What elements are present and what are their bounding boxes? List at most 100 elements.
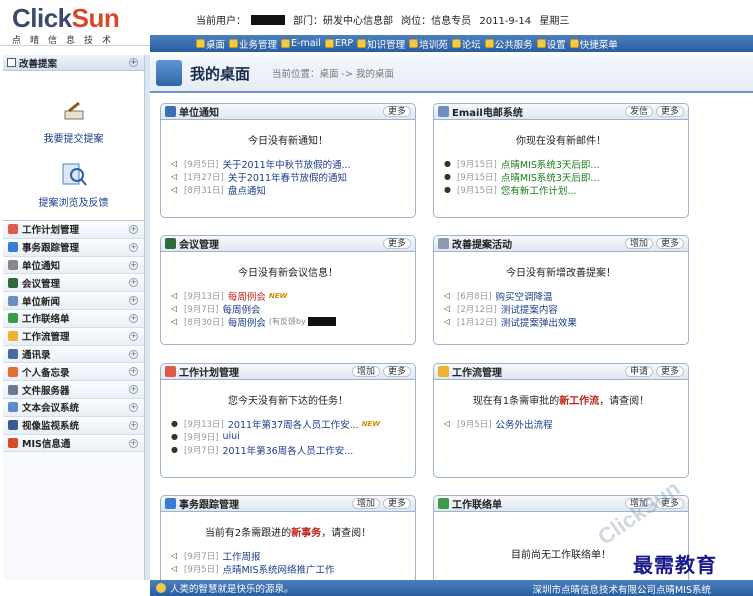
desktop-icon (196, 39, 205, 48)
nav-shortcuts[interactable]: 快捷菜单 (569, 37, 618, 51)
more-button[interactable]: 更多 (382, 106, 411, 117)
page-title: 我的桌面 (190, 64, 251, 83)
panel-workflow: 工作流管理 申请 更多 现在有1条需审批的新工作流，请查阅！ ◁ [9月5日] 公务外… (433, 363, 689, 478)
list-item[interactable]: ◁ [9月13日] 每周例会 NEW (171, 289, 405, 302)
add-button[interactable]: 增加 (624, 238, 653, 249)
more-button[interactable]: 更多 (382, 366, 411, 377)
list-item[interactable]: ● [9月13日] 2011年第37周各人员工作安... NEW (171, 417, 405, 430)
knowledge-icon (357, 39, 367, 48)
proposal-icon (438, 238, 449, 249)
sidebar-item-work-plan[interactable]: 工作计划管理 + (3, 221, 144, 239)
list-item[interactable]: ● [9月15日] 点晴MIS系统3天后即... (444, 157, 678, 170)
speaker-icon: ◁ (171, 171, 178, 181)
sidebar-item-meeting[interactable]: 会议管理 + (3, 274, 144, 293)
sidebar-item-task-tracking[interactable]: 事务跟踪管理 + (3, 238, 144, 257)
breadcrumb: 当前位置：桌面 -> 我的桌面 (272, 69, 394, 80)
nav-desktop[interactable]: 桌面 (196, 37, 225, 51)
panel-header: 改善提案活动 增加 更多 (434, 236, 688, 252)
expand-icon[interactable]: + (129, 402, 138, 412)
top-nav: 桌面 业务管理 E-mail ERP 知识管理 培训苑 论坛 公共服务 设置 快… (150, 35, 753, 52)
expand-icon[interactable]: + (129, 420, 138, 430)
sidebar-item-mis-messenger[interactable]: MIS信息通 + (3, 434, 144, 453)
nav-email[interactable]: E-mail (281, 38, 321, 49)
expand-icon[interactable]: + (129, 242, 138, 252)
current-user-label: 当前用户： (196, 16, 246, 27)
notice-icon (165, 106, 176, 117)
submit-proposal-link[interactable]: 我要提交提案 (3, 130, 144, 145)
list-item[interactable]: ◁ [1月27日] 关于2011年春节放假的通知 (171, 170, 405, 183)
new-task-highlight[interactable]: 新事务 (291, 528, 321, 539)
sidebar-header[interactable]: 改善提案 + (3, 55, 144, 71)
panel-header: 会议管理 更多 (161, 236, 415, 252)
sidebar-item-file-server[interactable]: 文件服务器 + (3, 381, 144, 399)
expand-icon[interactable]: + (129, 349, 138, 359)
list-item[interactable]: ◁ [9月5日] 公务外出流程 (444, 417, 678, 430)
shortcut-icon (569, 39, 579, 48)
settings-icon (536, 39, 546, 48)
list-item[interactable]: ◁ [9月7日] 工作周报 (171, 549, 405, 562)
clicksun-logo[interactable]: ClickSun 点晴信息技术 (12, 4, 120, 46)
list-item[interactable]: ◁ [8月30日] 每周例会 (有反馈by (171, 315, 405, 328)
sidebar-item-address-book[interactable]: 通讯录 + (3, 345, 144, 364)
panel-proposal: 改善提案活动 增加 更多 今日没有新增改善提案！ ◁ [6月8日] 购买空调降温 ◁[… (433, 235, 689, 345)
list-item[interactable]: ◁ [9月7日] 每周例会 (171, 302, 405, 315)
more-button[interactable]: 更多 (655, 106, 684, 117)
company-name: 深圳市点晴信息技术有限公司点晴MIS系统 (532, 585, 711, 596)
list-item[interactable]: ● [9月7日] 2011年第36周各人员工作安... (171, 443, 405, 456)
more-button[interactable]: 更多 (655, 366, 684, 377)
list-item[interactable]: ● [9月15日] 点晴MIS系统3天后即... (444, 170, 678, 183)
sidebar-item-workflow[interactable]: 工作流管理 + (3, 327, 144, 346)
person-icon: ● (171, 431, 178, 441)
expand-icon[interactable]: + (129, 58, 138, 67)
sidebar-item-memo[interactable]: 个人备忘录 + (3, 363, 144, 382)
expand-icon[interactable]: + (129, 438, 138, 448)
sidebar-item-news[interactable]: 单位新闻 + (3, 292, 144, 310)
list-item[interactable]: ◁ [9月5日] 关于2011年中秋节放假的通... (171, 157, 405, 170)
expand-icon[interactable]: + (129, 260, 138, 270)
expand-icon[interactable]: + (129, 278, 138, 288)
nav-settings[interactable]: 设置 (536, 37, 566, 51)
sidebar-item-notice[interactable]: 单位通知 + (3, 256, 144, 275)
browse-proposal-link[interactable]: 提案浏览及反馈 (3, 194, 144, 209)
expand-icon[interactable]: + (129, 385, 138, 395)
erp-icon (324, 39, 334, 48)
expand-icon[interactable]: + (129, 367, 138, 377)
list-item[interactable]: ● [9月9日] uiui (171, 430, 405, 443)
nav-knowledge[interactable]: 知识管理 (357, 37, 405, 51)
speaker-icon: ◁ (171, 563, 178, 573)
list-item[interactable]: ◁ [1月12日] 测试提案弹出效果 (444, 315, 678, 328)
expand-icon[interactable]: + (129, 296, 138, 306)
new-workflow-highlight[interactable]: 新工作流 (559, 396, 599, 407)
add-button[interactable]: 增加 (351, 498, 380, 509)
list-item[interactable]: ◁ [8月31日] 盘点通知 (171, 183, 405, 196)
list-item[interactable]: ◁ [9月5日] 点晴MIS系统网络推广工作 (171, 562, 405, 575)
list-item[interactable]: ◁ [2月12日] 测试提案内容 (444, 302, 678, 315)
more-button[interactable]: 更多 (382, 238, 411, 249)
sidebar-item-contact-sheet[interactable]: 工作联络单 + (3, 309, 144, 328)
person-icon: ● (444, 171, 451, 181)
panel-header: 单位通知 更多 (161, 104, 415, 120)
list-item[interactable]: ◁ [6月8日] 购买空调降温 (444, 289, 678, 302)
more-button[interactable]: 更多 (655, 238, 684, 249)
desktop-icon (156, 60, 182, 86)
sidebar-item-video-monitor[interactable]: 视像监视系统 + (3, 416, 144, 435)
list-item[interactable]: ● [9月15日] 您有新工作计划... (444, 183, 678, 196)
speaker-icon: ◁ (171, 290, 178, 300)
apply-button[interactable]: 申请 (624, 366, 653, 377)
nav-forum[interactable]: 论坛 (451, 37, 481, 51)
nav-training[interactable]: 培训苑 (409, 37, 448, 51)
expand-icon[interactable]: + (129, 225, 138, 234)
expand-icon[interactable]: + (129, 331, 138, 341)
nav-business[interactable]: 业务管理 (229, 37, 277, 51)
add-button[interactable]: 增加 (351, 366, 380, 377)
expand-icon[interactable]: + (129, 313, 138, 323)
panel-message: 你现在没有新邮件！ (516, 136, 606, 147)
post-label: 岗位：信息专员 (401, 16, 472, 27)
sidebar-item-text-meeting[interactable]: 文本会议系统 + (3, 398, 144, 417)
nav-erp[interactable]: ERP (324, 38, 353, 49)
nav-public[interactable]: 公共服务 (484, 37, 533, 51)
status-tip: 人类的智慧就是快乐的源泉。 (170, 584, 294, 595)
more-button[interactable]: 更多 (382, 498, 411, 509)
news-icon (8, 295, 18, 306)
send-mail-button[interactable]: 发信 (624, 106, 653, 117)
